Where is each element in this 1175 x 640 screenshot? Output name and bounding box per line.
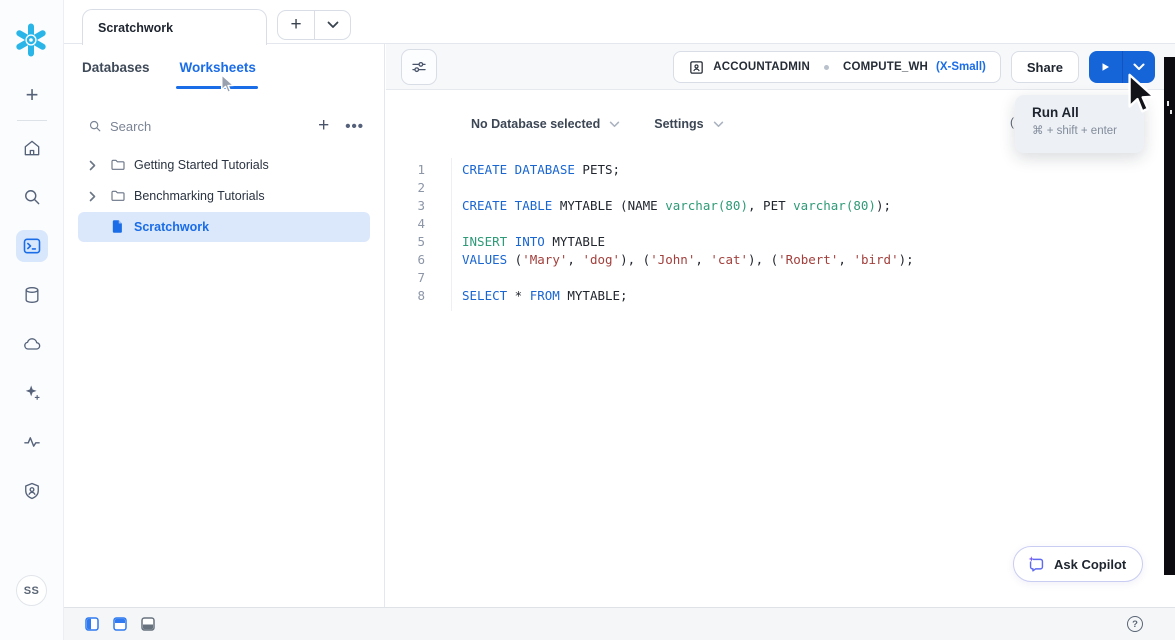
copilot-label: Ask Copilot (1054, 557, 1126, 572)
screen-edge-artifact (1164, 57, 1175, 575)
role-label: ACCOUNTADMIN (713, 61, 810, 73)
tree-item-label: Benchmarking Tutorials (134, 189, 265, 203)
run-button[interactable] (1089, 51, 1122, 83)
line-number: 1 (386, 161, 425, 179)
worksheet-tab-bar: Scratchwork + (64, 0, 1175, 44)
play-icon (1099, 61, 1111, 73)
run-options-menu: Run All ⌘ + shift + enter (1015, 95, 1144, 153)
snowflake-logo-icon (13, 22, 49, 58)
warehouse-label: COMPUTE_WH (843, 61, 928, 73)
secondary-cursor (220, 74, 235, 94)
tab-list-chevron-button[interactable] (314, 11, 350, 39)
worksheet-file-icon (110, 219, 126, 235)
chevron-right-icon[interactable] (85, 160, 99, 171)
code-line[interactable]: 1CREATE DATABASE PETS; (386, 161, 1175, 179)
code-line[interactable]: 6VALUES ('Mary', 'dog'), ('John', 'cat')… (386, 251, 1175, 269)
sql-editor[interactable]: 1CREATE DATABASE PETS;23CREATE TABLE MYT… (386, 158, 1175, 305)
code-line[interactable]: 4 (386, 215, 1175, 233)
line-number: 2 (386, 179, 425, 197)
tab-worksheets[interactable]: Worksheets (180, 60, 256, 75)
line-number: 5 (386, 233, 425, 251)
run-all-shortcut: ⌘ + shift + enter (1032, 123, 1144, 137)
warehouse-size-label: (X-Small) (936, 61, 986, 73)
editor-header: ACCOUNTADMIN COMPUTE_WH (X-Small) Share (386, 44, 1175, 90)
code-line[interactable]: 3CREATE TABLE MYTABLE (NAME varchar(80),… (386, 197, 1175, 215)
tab-scratchwork[interactable]: Scratchwork (82, 9, 267, 45)
sidebar-layout-icon[interactable] (85, 617, 99, 631)
user-avatar[interactable]: SS (16, 575, 47, 606)
line-number: 6 (386, 251, 425, 269)
code-line[interactable]: 7 (386, 269, 1175, 287)
results-layout-icon[interactable] (141, 617, 155, 631)
separator-dot (824, 65, 829, 70)
active-tab-underline (176, 86, 258, 89)
role-badge-icon (688, 59, 705, 76)
tree-item-label: Getting Started Tutorials (134, 158, 269, 172)
tree-item-scratchwork-selected[interactable]: Scratchwork (78, 212, 370, 242)
search-placeholder: Search (110, 119, 151, 134)
new-object-button[interactable]: + (0, 82, 64, 108)
worksheet-tree: Getting Started Tutorials Benchmarking T… (64, 150, 384, 242)
tree-folder-benchmarking[interactable]: Benchmarking Tutorials (78, 181, 370, 211)
home-icon[interactable] (16, 132, 48, 164)
activity-icon[interactable] (16, 426, 48, 458)
sliders-icon (410, 58, 428, 76)
admin-icon[interactable] (16, 475, 48, 507)
help-icon[interactable]: ? (1127, 616, 1143, 632)
chevron-down-icon (713, 121, 724, 128)
obscured-text-fragment: ( (1010, 115, 1014, 129)
more-options-icon[interactable]: ••• (345, 118, 364, 135)
left-rail: + (0, 0, 64, 640)
code-line[interactable]: 8SELECT * FROM MYTABLE; (386, 287, 1175, 305)
sidebar: Databases Worksheets Search + ••• (64, 44, 385, 607)
folder-icon (110, 157, 126, 173)
code-lines: 1CREATE DATABASE PETS;23CREATE TABLE MYT… (386, 161, 1175, 305)
rail-divider (17, 120, 47, 121)
editor-layout-icon[interactable] (113, 617, 127, 631)
chevron-down-icon (609, 121, 620, 128)
sidebar-search-row: Search + ••• (64, 104, 384, 148)
line-number: 3 (386, 197, 425, 215)
code-line[interactable]: 2 (386, 179, 1175, 197)
ai-icon[interactable] (16, 377, 48, 409)
worksheets-nav-icon[interactable] (16, 230, 48, 262)
line-number: 4 (386, 215, 425, 233)
code-line[interactable]: 5INSERT INTO MYTABLE (386, 233, 1175, 251)
chevron-down-icon (1133, 63, 1145, 71)
mouse-cursor (1126, 73, 1157, 115)
tree-item-label: Scratchwork (134, 220, 209, 234)
tab-label: Scratchwork (98, 21, 173, 35)
search-icon[interactable] (16, 181, 48, 213)
search-input[interactable]: Search (88, 119, 151, 134)
tab-actions: + (277, 10, 351, 40)
share-button[interactable]: Share (1011, 51, 1079, 83)
database-selector[interactable]: No Database selected (471, 117, 620, 131)
cloud-icon[interactable] (16, 328, 48, 360)
snowsight-app: + (0, 0, 1175, 640)
line-number: 8 (386, 287, 425, 305)
new-worksheet-tab-button[interactable]: + (278, 11, 314, 39)
bottom-bar: ? (64, 607, 1175, 640)
settings-menu[interactable]: Settings (654, 117, 723, 131)
context-selector[interactable]: ACCOUNTADMIN COMPUTE_WH (X-Small) (673, 51, 1001, 83)
line-number: 7 (386, 269, 425, 287)
copilot-icon (1027, 555, 1046, 574)
tree-folder-getting-started[interactable]: Getting Started Tutorials (78, 150, 370, 180)
search-icon (88, 119, 102, 133)
data-icon[interactable] (16, 279, 48, 311)
filters-button[interactable] (401, 49, 437, 85)
folder-icon (110, 188, 126, 204)
chevron-right-icon[interactable] (85, 191, 99, 202)
tab-databases[interactable]: Databases (82, 60, 150, 75)
new-worksheet-button[interactable]: + (318, 115, 329, 137)
ask-copilot-button[interactable]: Ask Copilot (1013, 546, 1143, 582)
